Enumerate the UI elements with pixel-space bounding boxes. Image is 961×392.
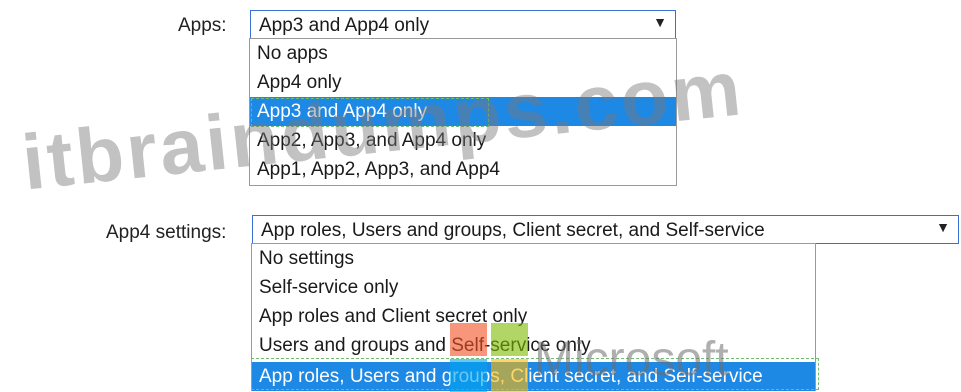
app4-option-self-service-only[interactable]: Self-service only	[252, 273, 815, 302]
app4-option-no-settings[interactable]: No settings	[252, 244, 815, 273]
ms-logo-blue-square	[450, 359, 487, 392]
ms-logo-green-square	[491, 323, 528, 356]
microsoft-brand-text: Microsoft	[534, 333, 729, 386]
chevron-down-icon[interactable]: ▼	[936, 220, 950, 234]
app4-settings-dropdown[interactable]: App roles, Users and groups, Client secr…	[252, 215, 959, 244]
app4-option-roles-secret-only[interactable]: App roles and Client secret only	[252, 302, 815, 331]
apps-selected-value: App3 and App4 only	[259, 15, 430, 36]
apps-dropdown[interactable]: App3 and App4 only ▼	[250, 10, 676, 41]
microsoft-logo-icon	[450, 323, 528, 392]
app4-settings-label: App4 settings:	[106, 222, 227, 243]
ms-logo-yellow-square	[491, 359, 528, 392]
app4-settings-selected-value: App roles, Users and groups, Client secr…	[261, 220, 765, 241]
ms-logo-red-square	[450, 323, 487, 356]
apps-label: Apps:	[178, 15, 227, 36]
chevron-down-icon[interactable]: ▼	[653, 15, 667, 29]
